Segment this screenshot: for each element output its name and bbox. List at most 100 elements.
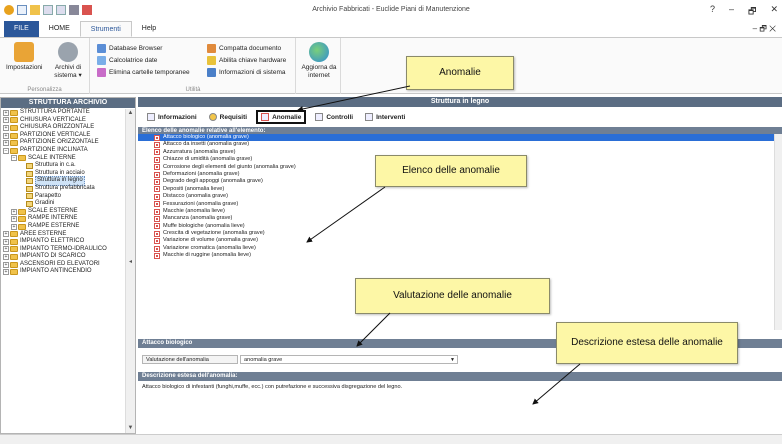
expand-icon[interactable]: +	[3, 117, 9, 124]
informazioni-sistema-button[interactable]: Informazioni di sistema	[207, 68, 285, 77]
tree-node[interactable]: + PARTIZIONE ORIZZONTALE	[1, 139, 125, 147]
compatta-documento-button[interactable]: Compatta documento	[207, 44, 281, 53]
tree-node[interactable]: + IMPIANTO TERMO-IDRAULICO	[1, 246, 125, 254]
anomaly-label: Fessurazioni (anomalia grave)	[163, 200, 239, 207]
tree-node[interactable]: + CHIUSURA ORIZZONTALE	[1, 124, 125, 132]
ribbon-window-controls[interactable]: – 🗗 ✕	[753, 23, 776, 37]
description-text[interactable]: Attacco biologico di infestanti (funghi,…	[142, 384, 772, 390]
scroll-up-icon[interactable]: ▲	[127, 110, 134, 117]
tree-node[interactable]: + ASCENSORI ED ELEVATORI	[1, 261, 125, 269]
tree-node[interactable]: + IMPIANTO ANTINCENDIO	[1, 268, 125, 276]
tree-node[interactable]: + IMPIANTO DI SCARICO	[1, 253, 125, 261]
calcolatrice-date-button[interactable]: Calcolatrice date	[97, 56, 157, 65]
anomaly-list-item[interactable]: Mancanza (anomalia grave)	[138, 215, 774, 222]
element-icon	[26, 162, 33, 169]
minimize-icon[interactable]: –	[729, 4, 734, 20]
key-icon	[207, 56, 216, 65]
tree-node[interactable]: + CHIUSURA VERTICALE	[1, 117, 125, 125]
expand-icon[interactable]: +	[3, 231, 9, 238]
expand-icon[interactable]: +	[11, 216, 17, 223]
tab-help[interactable]: Help	[132, 21, 166, 37]
element-icon	[26, 178, 33, 185]
tree-node-label: SCALE INTERNE	[28, 154, 76, 161]
anomaly-list-item[interactable]: Attacco biologico (anomalia grave)	[138, 134, 774, 142]
tree-node[interactable]: Gradini	[1, 200, 125, 208]
anomaly-list-item[interactable]: Distacco (anomalia grave)	[138, 193, 774, 200]
collapse-icon[interactable]: −	[3, 147, 9, 154]
expand-icon[interactable]: +	[3, 246, 9, 253]
anomaly-label: Macchie di ruggine (anomalia lieve)	[163, 252, 251, 259]
anomaly-list-item[interactable]: Macchie di ruggine (anomalia lieve)	[138, 252, 774, 259]
expand-icon[interactable]: +	[3, 254, 9, 261]
tree-node[interactable]: + RAMPE ESTERNE	[1, 223, 125, 231]
tree-node-label: Gradini	[35, 200, 55, 207]
expand-icon[interactable]: +	[3, 140, 9, 147]
chevron-down-icon[interactable]: ▼	[450, 356, 455, 364]
tree-node[interactable]: Struttura in legno	[1, 176, 125, 186]
tab-file[interactable]: FILE	[4, 21, 39, 37]
anomaly-list-item[interactable]: Attacco da insetti (anomalia grave)	[138, 141, 774, 149]
tab-requisiti[interactable]: Requisiti	[206, 112, 250, 122]
aggiorna-internet-button[interactable]: Aggiorna da internet	[299, 42, 339, 80]
anomaly-doc-icon	[154, 149, 160, 156]
anomaly-doc-icon	[154, 142, 160, 149]
window-title: Archivio Fabbricati - Euclide Piani di M…	[312, 6, 470, 13]
expand-icon[interactable]: +	[3, 132, 9, 139]
tab-home[interactable]: HOME	[39, 21, 80, 37]
expand-icon[interactable]: +	[3, 238, 9, 245]
ribbon-tabs: FILE HOME Strumenti Help – 🗗 ✕	[0, 20, 782, 38]
anomaly-label: Variazione di volume (anomalia grave)	[163, 237, 259, 244]
impostazioni-button[interactable]: Impostazioni	[6, 42, 43, 72]
title-bar: Archivio Fabbricati - Euclide Piani di M…	[0, 0, 782, 20]
anomaly-list-item[interactable]: Variazione di volume (anomalia grave)	[138, 237, 774, 245]
tab-interventi[interactable]: Interventi	[362, 112, 408, 122]
tree-node[interactable]: − PARTIZIONE INCLINATA	[1, 147, 125, 155]
anomaly-list-scrollbar[interactable]	[774, 134, 782, 330]
anomaly-list-item[interactable]: Fessurazioni (anomalia grave)	[138, 201, 774, 208]
database-browser-button[interactable]: Database Browser	[97, 44, 162, 53]
tab-strumenti[interactable]: Strumenti	[79, 21, 132, 37]
elimina-cartelle-button[interactable]: Elimina cartelle temporanee	[97, 68, 190, 77]
tab-anomalie[interactable]: Anomalie	[256, 110, 307, 124]
tree-node[interactable]: Struttura in c.a.	[1, 162, 125, 170]
tree-node[interactable]: + SCALE ESTERNE	[1, 208, 125, 216]
valutazione-select[interactable]: anomalia grave ▼	[240, 354, 458, 364]
tree-node[interactable]: + IMPIANTO ELETTRICO	[1, 238, 125, 246]
element-icon	[26, 185, 33, 192]
tree-node[interactable]: Struttura prefabbricata	[1, 185, 125, 193]
anomaly-label: Attacco biologico (anomalia grave)	[163, 134, 249, 140]
tree-node[interactable]: + RAMPE INTERNE	[1, 215, 125, 223]
scroll-down-icon[interactable]: ▼	[127, 425, 134, 432]
tree-node[interactable]: + AREE ESTERNE	[1, 231, 125, 239]
tree-scrollbar[interactable]: ▲ ◂ ▼	[125, 109, 135, 433]
anomaly-list-item[interactable]: Crescita di vegetazione (anomalia grave)	[138, 230, 774, 237]
collapse-icon[interactable]: −	[11, 155, 17, 162]
tab-controlli[interactable]: Controlli	[312, 112, 356, 122]
abilita-chiave-button[interactable]: Abilita chiave hardware	[207, 56, 286, 65]
tree-node[interactable]: + STRUTTURA PORTANTE	[1, 109, 125, 117]
restore-icon[interactable]: 🗗	[748, 4, 756, 20]
expand-icon[interactable]: +	[11, 208, 17, 215]
group-title-personalizza: Personalizza	[27, 87, 62, 93]
anomaly-list-item[interactable]: Variazione cromatica (anomalia lieve)	[138, 245, 774, 252]
tree-node[interactable]: + PARTIZIONE VERTICALE	[1, 132, 125, 140]
tree-node[interactable]: Parapetto	[1, 193, 125, 201]
anomaly-list-item[interactable]: Muffe biologiche (anomalia lieve)	[138, 223, 774, 230]
expand-icon[interactable]: +	[11, 223, 17, 230]
tree-node[interactable]: − SCALE INTERNE	[1, 155, 125, 163]
tree-node-label: PARTIZIONE ORIZZONTALE	[20, 139, 99, 146]
anomaly-label: Macchie (anomalia lieve)	[163, 207, 225, 214]
anomaly-label: Azzurratura (anomalia grave)	[163, 148, 236, 155]
expand-icon[interactable]: +	[3, 269, 9, 276]
anomaly-list-item[interactable]: Macchie (anomalia lieve)	[138, 208, 774, 215]
expand-icon[interactable]: +	[3, 109, 9, 116]
expand-icon[interactable]: +	[3, 124, 9, 131]
tree-node-label: Parapetto	[35, 192, 62, 199]
expand-icon[interactable]: +	[3, 261, 9, 268]
archivi-di-sistema-button[interactable]: Archivi di sistema ▾	[50, 42, 86, 80]
close-icon[interactable]: ✕	[770, 4, 778, 20]
tree-node-label: STRUTTURA PORTANTE	[20, 109, 90, 115]
anomaly-doc-icon	[154, 171, 160, 178]
help-window-icon[interactable]: ?	[710, 4, 715, 20]
tab-informazioni[interactable]: Informazioni	[144, 112, 200, 122]
